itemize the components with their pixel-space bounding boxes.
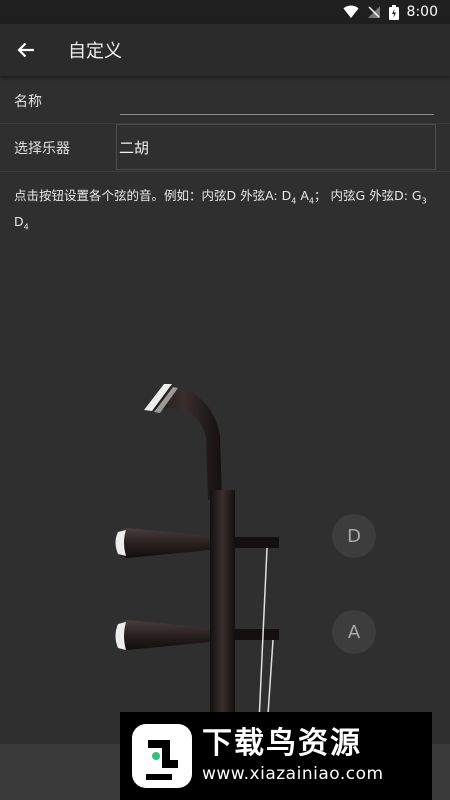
- watermark-url: www.xiazainiao.com: [202, 764, 384, 784]
- name-input[interactable]: [120, 88, 434, 115]
- back-button[interactable]: [0, 24, 52, 76]
- erhu-illustration: [115, 384, 279, 744]
- app-bar: 自定义: [0, 24, 450, 76]
- status-bar: 8:00: [0, 0, 450, 24]
- signal-off-icon: [367, 6, 380, 18]
- instrument-label: 选择乐器: [14, 140, 70, 157]
- status-time: 8:00: [406, 4, 438, 20]
- instrument-row: 选择乐器 二胡: [0, 124, 450, 172]
- page-title: 自定义: [68, 41, 122, 62]
- watermark-name: 下载鸟资源: [202, 726, 362, 761]
- instrument-value: 二胡: [119, 138, 150, 157]
- watermark-banner: 下载鸟资源 www.xiazainiao.com: [120, 712, 432, 800]
- arrow-back-icon: [17, 42, 34, 58]
- battery-icon: [388, 4, 399, 20]
- instrument-select[interactable]: 二胡: [116, 124, 436, 170]
- wifi-icon: [343, 5, 359, 18]
- name-row: 名称: [0, 78, 450, 124]
- tuning-hint: 点击按钮设置各个弦的音。例如：内弦D 外弦A: D4 A4； 内弦G 外弦D: …: [14, 188, 427, 231]
- outer-string-note-button[interactable]: A: [332, 610, 376, 654]
- name-label: 名称: [14, 93, 42, 110]
- bird-logo-icon: [132, 724, 192, 788]
- inner-string-note-button[interactable]: D: [332, 514, 376, 558]
